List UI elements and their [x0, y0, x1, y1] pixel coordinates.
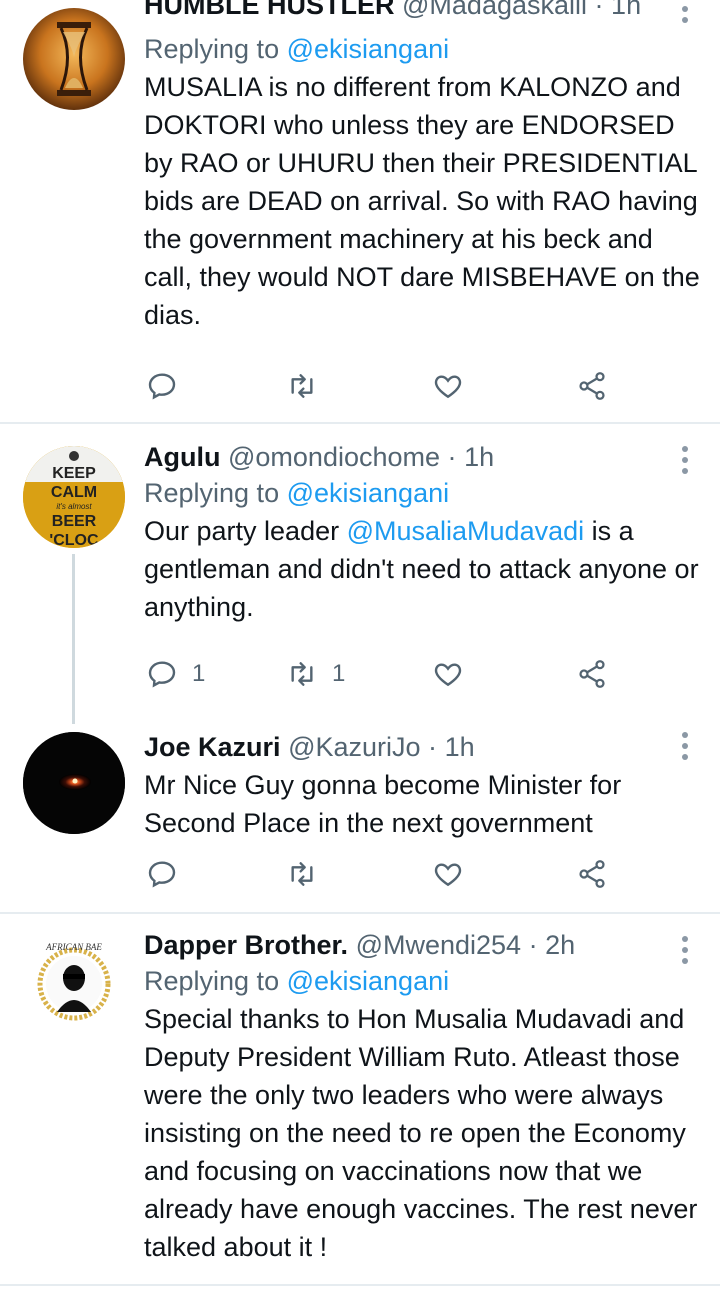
reply-icon [148, 661, 176, 688]
divider [0, 1284, 720, 1286]
tweet-header: Dapper Brother. @Mwendi254 · 2h [144, 928, 702, 962]
retweet-count: 1 [332, 660, 346, 687]
replying-to-link[interactable]: @ekisiangani [287, 478, 450, 508]
reply-icon [148, 373, 176, 400]
display-name[interactable]: HUMBLE HUSTLER [144, 0, 395, 20]
tweet-text: Mr Nice Guy gonna become Minister for Se… [144, 770, 622, 838]
display-name[interactable]: Agulu [144, 442, 220, 472]
avatar-text: it's almost [56, 502, 92, 511]
handle[interactable]: @Madagaskaiii [402, 0, 587, 20]
tweet[interactable]: HUMBLE HUSTLER @Madagaskaiii · 1h Replyi… [0, 0, 720, 422]
tweet-actions: 1 1 [144, 656, 644, 692]
retweet-button[interactable]: 1 [286, 656, 345, 692]
display-name[interactable]: Dapper Brother. [144, 930, 348, 960]
tweet-header: Joe Kazuri @KazuriJo · 1h [144, 730, 702, 764]
tweet-header: HUMBLE HUSTLER @Madagaskaiii · 1h [144, 0, 702, 22]
replying-to-link[interactable]: @ekisiangani [287, 34, 450, 64]
tweet[interactable]: Joe Kazuri @KazuriJo · 1h Mr Nice Guy go… [0, 714, 720, 912]
tweet[interactable]: AFRICAN BAE Dapper Brother. @Mwendi254 ·… [0, 914, 720, 1284]
reply-button[interactable] [146, 856, 192, 892]
retweet-button[interactable] [286, 368, 332, 404]
tweet-text: Our party leader @MusaliaMudavadi is a g… [144, 512, 702, 626]
replying-to: Replying to @ekisiangani [144, 962, 702, 1000]
avatar-text: AFRICAN BAE [45, 942, 102, 952]
timestamp[interactable]: 2h [545, 930, 575, 960]
like-button[interactable] [432, 368, 464, 404]
avatar-text: KEEP [52, 465, 96, 482]
replying-to-link[interactable]: @ekisiangani [287, 966, 450, 996]
share-button[interactable] [576, 856, 608, 892]
more-icon[interactable] [682, 6, 690, 28]
avatar[interactable]: KEEP CALM it's almost BEER 'CLOC [23, 446, 125, 548]
share-icon [579, 660, 605, 688]
avatar-text: BEER [52, 513, 97, 530]
handle[interactable]: @KazuriJo [288, 732, 420, 762]
reply-count: 1 [192, 660, 206, 687]
thread-line [72, 554, 75, 724]
retweet-icon [291, 862, 313, 886]
timestamp[interactable]: 1h [464, 442, 494, 472]
heart-icon [434, 375, 462, 399]
replying-to: Replying to @ekisiangani [144, 30, 702, 68]
replying-to-label: Replying to [144, 966, 287, 996]
tweet-actions [144, 856, 644, 892]
separator: · [447, 442, 457, 472]
separator: · [528, 930, 538, 960]
more-icon[interactable] [682, 936, 690, 969]
separator: · [594, 0, 604, 20]
tweet-actions [144, 368, 644, 404]
like-button[interactable] [432, 656, 464, 692]
like-button[interactable] [432, 856, 464, 892]
avatar-text: CALM [51, 484, 97, 501]
tweet-header: Agulu @omondiochome · 1h [144, 440, 702, 474]
separator: · [428, 732, 438, 762]
share-icon [579, 860, 605, 888]
timestamp[interactable]: 1h [611, 0, 641, 20]
replying-to-label: Replying to [144, 34, 287, 64]
share-button[interactable] [576, 368, 608, 404]
mention-link[interactable]: @MusaliaMudavadi [347, 516, 585, 546]
share-button[interactable] [576, 656, 608, 692]
share-icon [579, 372, 605, 400]
tweet-text: Special thanks to Hon Musalia Mudavadi a… [144, 1004, 698, 1262]
handle[interactable]: @Mwendi254 [356, 930, 522, 960]
avatar[interactable] [23, 8, 125, 110]
retweet-icon [291, 374, 313, 398]
display-name[interactable]: Joe Kazuri [144, 732, 281, 762]
tweet[interactable]: KEEP CALM it's almost BEER 'CLOC Agulu @… [0, 424, 720, 724]
more-icon[interactable] [682, 446, 690, 479]
replying-to-label: Replying to [144, 478, 287, 508]
reply-button[interactable] [146, 368, 192, 404]
handle[interactable]: @omondiochome [228, 442, 440, 472]
tweet-text-part: Our party leader [144, 516, 347, 546]
reply-icon [148, 861, 176, 888]
avatar[interactable] [23, 732, 125, 834]
tweet-text: MUSALIA is no different from KALONZO and… [144, 72, 700, 330]
more-icon[interactable] [682, 732, 690, 765]
avatar[interactable]: AFRICAN BAE [23, 932, 125, 1034]
retweet-button[interactable] [286, 856, 332, 892]
reply-button[interactable]: 1 [146, 656, 205, 692]
avatar-text: 'CLOC [49, 532, 99, 548]
retweet-icon [291, 662, 313, 686]
replying-to: Replying to @ekisiangani [144, 474, 702, 512]
heart-icon [434, 863, 462, 887]
timestamp[interactable]: 1h [445, 732, 475, 762]
heart-icon [434, 663, 462, 687]
